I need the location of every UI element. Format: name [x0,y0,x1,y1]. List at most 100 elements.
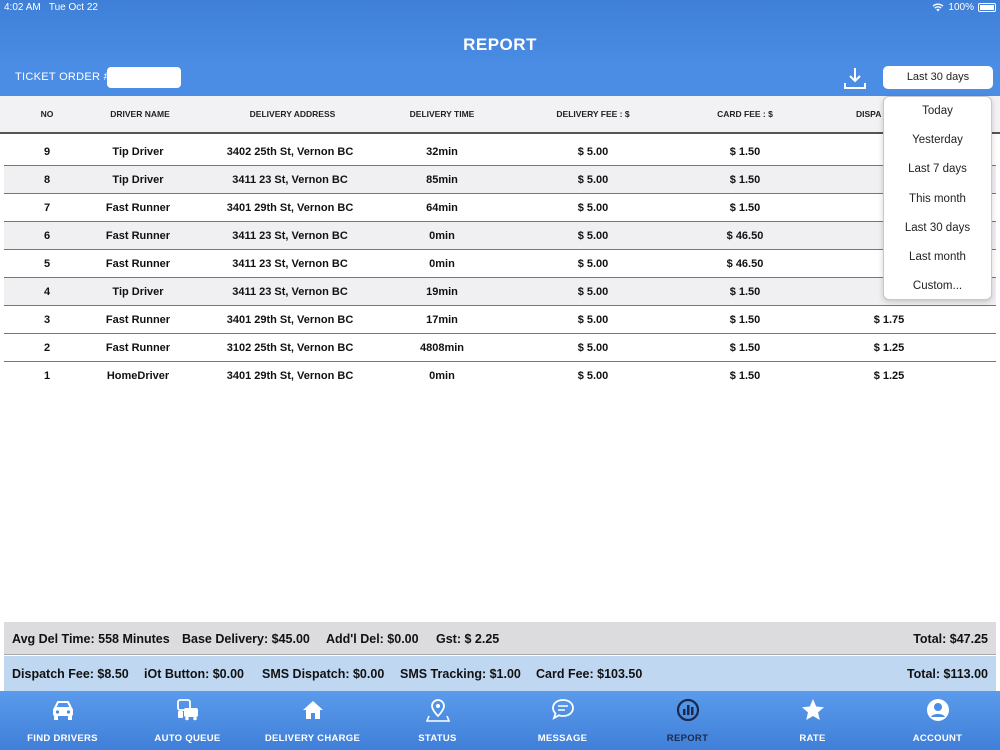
cell-address: 3411 23 St, Vernon BC [232,258,348,270]
cell-dispatch: $ 1.75 [873,314,905,326]
cell-driver: HomeDriver [106,370,170,382]
tab-message[interactable]: MESSAGE [500,691,625,750]
table-row[interactable]: 5 Fast Runner 3411 23 St, Vernon BC 0min… [4,250,996,278]
tab-rate[interactable]: RATE [750,691,875,750]
cell-driver: Fast Runner [105,258,171,270]
tab-status[interactable]: STATUS [375,691,500,750]
table-row[interactable]: 7 Fast Runner 3401 29th St, Vernon BC 64… [4,194,996,222]
cell-driver: Fast Runner [105,342,171,354]
cell-driver: Tip Driver [112,174,164,186]
cell-card-fee: $ 1.50 [729,174,761,186]
tab-find-drivers[interactable]: FIND DRIVERS [0,691,125,750]
cell-delivery-fee: $ 5.00 [577,370,609,382]
app-header: 4:02 AM Tue Oct 22 100% REPORT TICKET OR… [0,0,1000,96]
ticket-order-input[interactable] [107,67,181,88]
page-title: REPORT [463,35,537,54]
date-range-button[interactable]: Last 30 days [883,66,993,89]
tab-label: REPORT [666,733,709,744]
addl-del: Add'l Del: $0.00 [326,632,419,646]
range-option-today[interactable]: Today [884,97,991,126]
report-icon [676,698,699,722]
column-header-delivery-fee: DELIVERY FEE : $ [556,109,630,119]
table-empty-area [4,384,996,622]
home-icon [302,701,323,719]
cell-delivery-fee: $ 5.00 [577,286,609,298]
tab-report[interactable]: REPORT [625,691,750,750]
summary-bar-delivery: Avg Del Time: 558 Minutes Base Delivery:… [4,622,996,655]
queue-icon [176,699,198,721]
cell-card-fee: $ 1.50 [729,370,761,382]
battery-percent: 100% [948,2,974,13]
table-row[interactable]: 6 Fast Runner 3411 23 St, Vernon BC 0min… [4,222,996,250]
sms-tracking-fee: SMS Tracking: $1.00 [400,667,521,681]
tab-label: FIND DRIVERS [27,733,98,744]
cell-no: 6 [43,230,51,242]
table-header: NO DRIVER NAME DELIVERY ADDRESS DELIVERY… [0,96,1000,134]
range-option-last-7-days[interactable]: Last 7 days [884,155,991,184]
tab-label: STATUS [418,733,457,744]
bottom-tab-bar: FIND DRIVERS AUTO QUEUE DELIVERY CHARGE … [0,691,1000,750]
cell-address: 3411 23 St, Vernon BC [232,174,348,186]
tab-label: AUTO QUEUE [154,733,221,744]
table-row[interactable]: 2 Fast Runner 3102 25th St, Vernon BC 48… [4,334,996,362]
cell-no: 1 [43,370,51,382]
cell-card-fee: $ 46.50 [726,258,764,270]
cell-delivery-fee: $ 5.00 [577,314,609,326]
column-header-driver: DRIVER NAME [110,109,170,119]
summary-total-fees: Total: $113.00 [906,667,988,681]
status-date: Tue Oct 22 [48,2,98,13]
cell-address: 3402 25th St, Vernon BC [226,146,354,158]
cell-no: 8 [43,174,51,186]
cell-time: 32min [426,146,458,158]
cell-driver: Tip Driver [112,286,164,298]
cell-time: 85min [426,174,458,186]
cell-time: 0min [429,370,455,382]
date-range-dropdown: Today Yesterday Last 7 days This month L… [883,96,992,300]
status-bar: 4:02 AM Tue Oct 22 100% [4,2,996,16]
cell-time: 64min [426,202,458,214]
battery-icon [978,3,996,12]
cell-delivery-fee: $ 5.00 [577,230,609,242]
status-time: 4:02 AM [4,2,41,13]
cell-no: 7 [43,202,51,214]
cell-no: 2 [43,342,51,354]
table-row[interactable]: 3 Fast Runner 3401 29th St, Vernon BC 17… [4,306,996,334]
cell-address: 3411 23 St, Vernon BC [232,230,348,242]
table-row[interactable]: 9 Tip Driver 3402 25th St, Vernon BC 32m… [4,138,996,166]
column-header-no: NO [40,109,54,119]
range-option-this-month[interactable]: This month [884,185,991,214]
range-option-last-30-days[interactable]: Last 30 days [884,214,991,243]
tab-account[interactable]: ACCOUNT [875,691,1000,750]
table-row[interactable]: 8 Tip Driver 3411 23 St, Vernon BC 85min… [4,166,996,194]
cell-address: 3401 29th St, Vernon BC [226,370,354,382]
range-option-custom[interactable]: Custom... [884,272,991,301]
cell-card-fee: $ 1.50 [729,314,761,326]
sms-dispatch-fee: SMS Dispatch: $0.00 [262,667,385,681]
chat-icon [551,699,574,720]
cell-card-fee: $ 1.50 [729,202,761,214]
cell-no: 5 [43,258,51,270]
cell-card-fee: $ 1.50 [729,286,761,298]
table-row[interactable]: 4 Tip Driver 3411 23 St, Vernon BC 19min… [4,278,996,306]
cell-dispatch: $ 1.25 [873,342,905,354]
card-fee-total: Card Fee: $103.50 [536,667,643,681]
iot-button-fee: iOt Button: $0.00 [144,667,245,681]
cell-driver: Fast Runner [105,230,171,242]
dispatch-fee: Dispatch Fee: $8.50 [12,667,129,681]
tab-label: RATE [799,733,826,744]
cell-driver: Tip Driver [112,146,164,158]
download-icon[interactable] [842,65,868,91]
avg-del-time: Avg Del Time: 558 Minutes [12,632,170,646]
range-option-yesterday[interactable]: Yesterday [884,126,991,155]
range-option-last-month[interactable]: Last month [884,243,991,272]
summary-total-delivery: Total: $47.25 [913,632,988,646]
tab-auto-queue[interactable]: AUTO QUEUE [125,691,250,750]
cell-card-fee: $ 1.50 [729,146,761,158]
gst: Gst: $ 2.25 [436,632,500,646]
ticket-order-label: TICKET ORDER # [15,71,111,83]
cell-address: 3401 29th St, Vernon BC [226,202,354,214]
tab-delivery-charge[interactable]: DELIVERY CHARGE [250,691,375,750]
cell-address: 3411 23 St, Vernon BC [232,286,348,298]
cell-no: 4 [43,286,51,298]
tab-label: DELIVERY CHARGE [264,733,361,744]
